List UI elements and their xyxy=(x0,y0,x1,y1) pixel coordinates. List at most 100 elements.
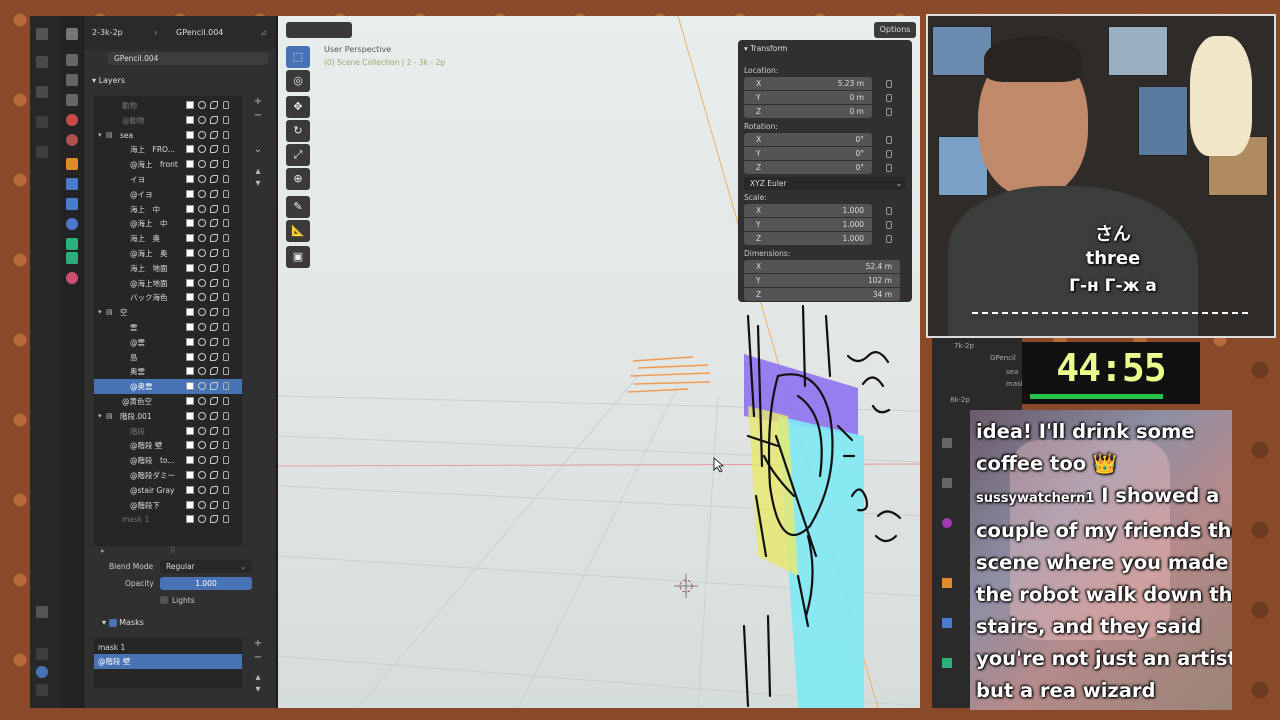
masks-panel-toggle[interactable]: ▾ Masks xyxy=(102,618,144,627)
use-mask-icon[interactable] xyxy=(186,485,194,494)
use-mask-icon[interactable] xyxy=(186,382,194,391)
move-layer-up-button[interactable]: ▴ xyxy=(252,166,264,178)
onion-skin-icon[interactable] xyxy=(198,219,206,228)
onion-skin-icon[interactable] xyxy=(198,293,206,302)
add-layer-button[interactable]: + xyxy=(252,96,264,108)
mask-row[interactable]: mask 1 xyxy=(94,640,242,655)
lock-icon[interactable] xyxy=(223,130,229,139)
lock-icon[interactable] xyxy=(223,352,229,361)
onion-skin-icon[interactable] xyxy=(198,145,206,154)
layer-row[interactable]: @海上 中 xyxy=(94,216,242,231)
use-mask-icon[interactable] xyxy=(186,456,194,465)
lock-icon[interactable] xyxy=(223,337,229,346)
layers-panel-toggle[interactable]: ▾ Layers xyxy=(92,76,125,85)
use-mask-icon[interactable] xyxy=(186,101,194,109)
use-mask-icon[interactable] xyxy=(186,411,194,420)
use-mask-icon[interactable] xyxy=(186,500,194,509)
lock-icon[interactable] xyxy=(886,150,892,158)
use-mask-icon[interactable] xyxy=(186,263,194,272)
lock-icon[interactable] xyxy=(223,308,229,317)
move-mask-up-button[interactable]: ▴ xyxy=(252,672,264,684)
layer-row[interactable]: 島 xyxy=(94,350,242,365)
onion-skin-icon[interactable] xyxy=(198,115,206,124)
lock-icon[interactable] xyxy=(223,175,229,183)
use-mask-icon[interactable] xyxy=(186,160,194,169)
transform-tool[interactable]: ⊕ xyxy=(286,168,310,190)
dimensions-y-field[interactable]: Y 102 m xyxy=(744,274,900,287)
lock-icon[interactable] xyxy=(223,160,229,169)
onion-skin-icon[interactable] xyxy=(198,249,206,257)
rotation-x-field[interactable]: X 0° xyxy=(744,133,872,146)
lock-icon[interactable] xyxy=(223,456,229,465)
layer-group-row[interactable]: ▾ ▤ 階段.001 xyxy=(94,409,242,424)
transform-header[interactable]: ▾ Transform xyxy=(744,44,787,53)
layer-row[interactable]: 階段 xyxy=(94,424,242,439)
layer-row[interactable]: @階段下 xyxy=(94,498,242,513)
effects-tab-icon[interactable] xyxy=(66,198,78,210)
onion-skin-icon[interactable] xyxy=(198,411,206,420)
layer-row[interactable]: @階段 to... xyxy=(94,453,242,468)
layer-row[interactable]: @奥雲 xyxy=(94,379,242,395)
layer-row[interactable]: @階段 壁 xyxy=(94,438,242,453)
visibility-icon[interactable] xyxy=(210,485,218,494)
layer-row[interactable]: 海上 中 xyxy=(94,202,242,217)
data-tab-icon[interactable] xyxy=(66,252,78,264)
lock-icon[interactable] xyxy=(886,94,892,102)
onion-skin-icon[interactable] xyxy=(198,456,206,465)
remove-layer-button[interactable]: − xyxy=(252,110,264,122)
lock-icon[interactable] xyxy=(223,515,229,524)
lock-icon[interactable] xyxy=(223,323,229,331)
use-mask-icon[interactable] xyxy=(186,337,194,346)
rotation-mode-select[interactable]: XYZ Euler ⌄ xyxy=(744,177,906,190)
use-mask-icon[interactable] xyxy=(186,204,194,213)
layer-row[interactable]: @雲 xyxy=(94,335,242,350)
visibility-icon[interactable] xyxy=(210,293,218,302)
opacity-slider[interactable]: 1.000 xyxy=(160,577,252,590)
location-z-field[interactable]: Z 0 m xyxy=(744,105,872,118)
onion-skin-icon[interactable] xyxy=(198,101,206,109)
visibility-icon[interactable] xyxy=(210,367,218,376)
visibility-icon[interactable] xyxy=(210,189,218,198)
use-mask-icon[interactable] xyxy=(186,249,194,257)
onion-skin-icon[interactable] xyxy=(198,367,206,376)
lock-icon[interactable] xyxy=(223,293,229,302)
onion-skin-icon[interactable] xyxy=(198,515,206,524)
lock-icon[interactable] xyxy=(886,164,892,172)
lock-icon[interactable] xyxy=(223,441,229,450)
onion-skin-icon[interactable] xyxy=(198,485,206,494)
onion-skin-icon[interactable] xyxy=(198,323,206,331)
world-tab-icon[interactable] xyxy=(66,134,78,146)
use-mask-icon[interactable] xyxy=(186,308,194,317)
lock-icon[interactable] xyxy=(223,397,229,405)
onion-skin-icon[interactable] xyxy=(198,441,206,450)
lock-icon[interactable] xyxy=(223,189,229,198)
visibility-icon[interactable] xyxy=(210,249,218,257)
circle-icon[interactable] xyxy=(36,666,48,678)
visibility-icon[interactable] xyxy=(210,308,218,317)
render-tab-icon[interactable] xyxy=(66,54,78,66)
plus-icon[interactable] xyxy=(36,146,48,158)
location-x-field[interactable]: X 5.23 m xyxy=(744,77,872,90)
onion-skin-icon[interactable] xyxy=(198,204,206,213)
location-y-field[interactable]: Y 0 m xyxy=(744,91,872,104)
visibility-icon[interactable] xyxy=(210,219,218,228)
options-dropdown[interactable]: Options xyxy=(874,22,916,38)
use-mask-icon[interactable] xyxy=(186,278,194,287)
add-cube-tool[interactable]: ▣ xyxy=(286,246,310,268)
lock-icon[interactable] xyxy=(223,367,229,376)
visibility-icon[interactable] xyxy=(210,130,218,139)
pin-icon[interactable]: ⊿ xyxy=(260,28,267,37)
use-mask-icon[interactable] xyxy=(186,130,194,139)
lock-icon[interactable] xyxy=(223,101,229,109)
onion-skin-icon[interactable] xyxy=(198,382,206,391)
onion-skin-icon[interactable] xyxy=(198,500,206,509)
square-icon[interactable] xyxy=(36,648,48,660)
layer-row[interactable]: @イヨ xyxy=(94,187,242,202)
visibility-icon[interactable] xyxy=(210,515,218,524)
visibility-icon[interactable] xyxy=(210,145,218,154)
layer-row[interactable]: 海上 地面 xyxy=(94,261,242,276)
visibility-icon[interactable] xyxy=(210,500,218,509)
use-mask-icon[interactable] xyxy=(186,352,194,361)
visibility-icon[interactable] xyxy=(210,426,218,435)
layer-row[interactable]: バック海色 xyxy=(94,290,242,305)
